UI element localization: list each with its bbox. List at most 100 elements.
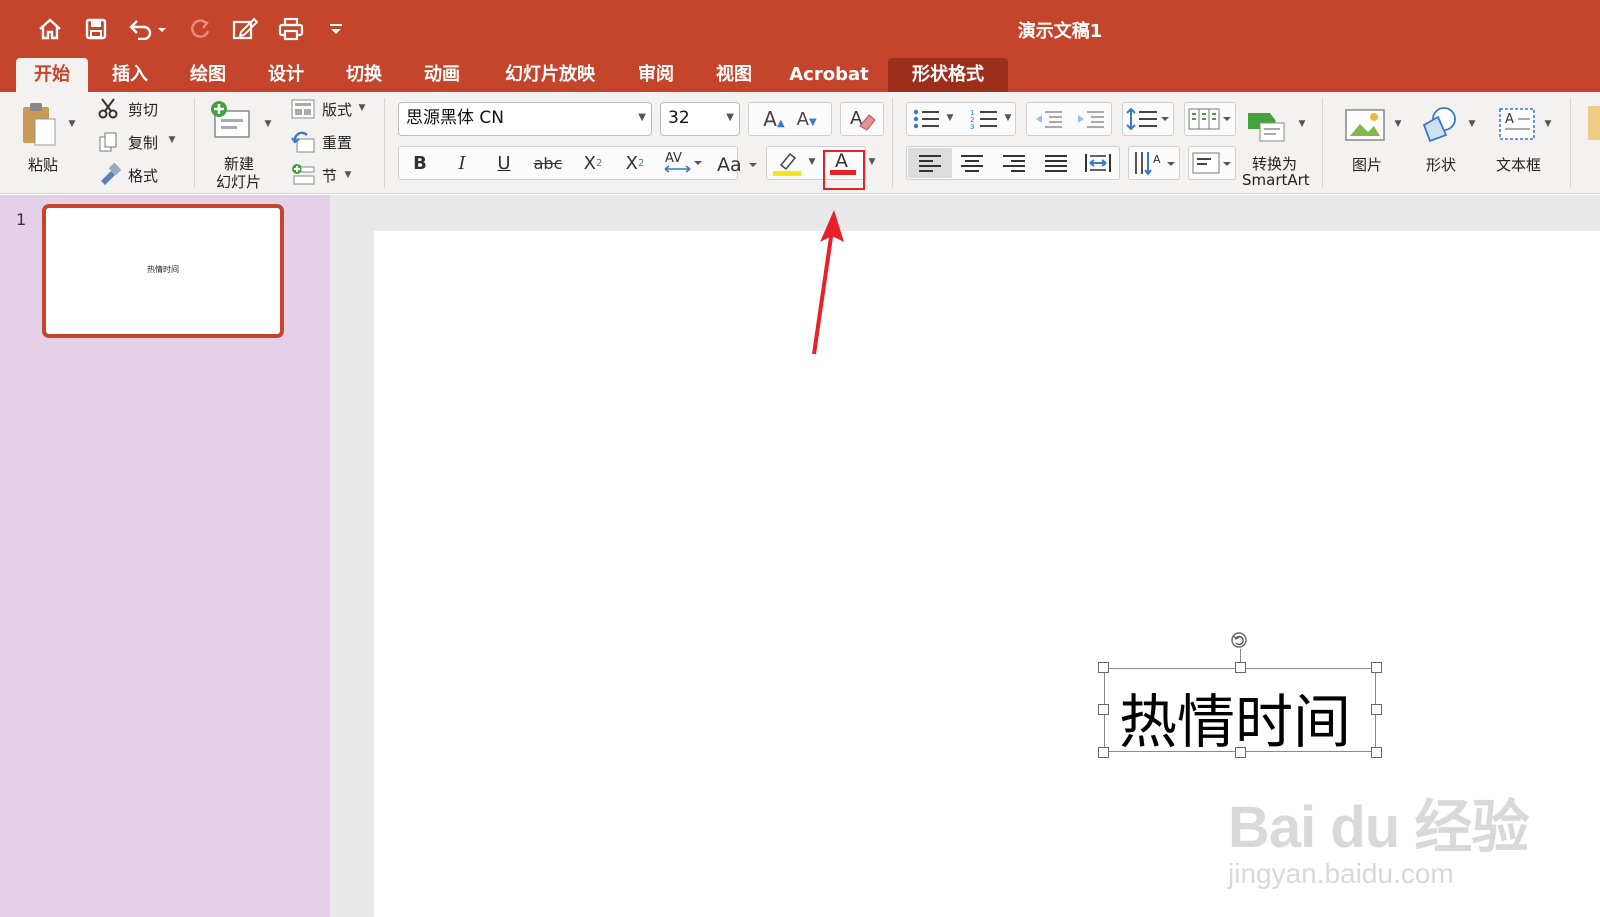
title-bar: 演示文稿1 — [0, 0, 1600, 58]
svg-text:A: A — [1505, 112, 1514, 127]
shape-dropdown-icon[interactable]: ▼ — [1466, 118, 1478, 130]
smartart-dropdown-icon[interactable]: ▼ — [1296, 118, 1308, 130]
shape-icon[interactable] — [1418, 104, 1464, 146]
superscript-icon[interactable]: X2 — [576, 148, 610, 178]
tab-shape-format[interactable]: 形状格式 — [888, 58, 1008, 92]
layout-label[interactable]: 版式 — [322, 99, 352, 120]
numbering-icon[interactable]: 123 — [966, 104, 1002, 134]
highlight-icon[interactable] — [770, 148, 804, 178]
layout-icon[interactable] — [290, 98, 316, 120]
grow-font-icon[interactable]: A▲ — [763, 107, 784, 131]
character-spacing-icon[interactable]: AV — [660, 148, 704, 178]
convert-smartart-label-line2[interactable]: SmartArt — [1242, 171, 1310, 189]
picture-icon[interactable] — [1342, 104, 1388, 146]
svg-text:A: A — [1153, 153, 1161, 166]
paste-dropdown-icon[interactable]: ▼ — [66, 118, 78, 130]
italic-icon[interactable]: I — [446, 148, 478, 178]
font-name-value: 思源黑体 CN — [406, 108, 504, 128]
align-center-icon[interactable] — [952, 148, 992, 178]
tab-design[interactable]: 设计 — [256, 58, 316, 92]
selected-textbox[interactable]: 热情时间 — [1104, 668, 1376, 756]
layout-dropdown-icon[interactable]: ▼ — [356, 102, 368, 114]
section-icon[interactable] — [290, 162, 316, 186]
smartart-icon[interactable] — [1246, 106, 1292, 146]
align-text-button[interactable] — [1188, 146, 1236, 180]
align-left-icon[interactable] — [908, 148, 952, 178]
line-spacing-button[interactable] — [1122, 102, 1174, 136]
font-size-buttons: A▲ A▼ — [748, 102, 832, 136]
numbering-dropdown-icon[interactable]: ▼ — [1002, 112, 1014, 124]
increase-indent-icon[interactable] — [1070, 104, 1110, 134]
resize-handle[interactable] — [1371, 662, 1382, 673]
font-color-dropdown-icon[interactable]: ▼ — [866, 156, 878, 168]
slide-number: 1 — [16, 210, 27, 229]
highlight-dropdown-icon[interactable]: ▼ — [806, 156, 818, 168]
paste-icon[interactable] — [16, 100, 62, 148]
section-dropdown-icon[interactable]: ▼ — [342, 169, 354, 181]
bullets-icon[interactable] — [908, 104, 944, 134]
distributed-icon[interactable] — [1078, 148, 1118, 178]
divider — [892, 98, 893, 188]
tab-animations[interactable]: 动画 — [412, 58, 472, 92]
shrink-font-icon[interactable]: A▼ — [797, 109, 817, 130]
tab-slideshow[interactable]: 幻灯片放映 — [490, 58, 610, 92]
text-direction-icon: A — [1135, 152, 1175, 176]
section-label[interactable]: 节 — [322, 165, 337, 186]
paste-label[interactable]: 粘贴 — [28, 154, 58, 175]
reset-label[interactable]: 重置 — [322, 132, 352, 153]
decrease-indent-icon[interactable] — [1028, 104, 1068, 134]
align-right-icon[interactable] — [994, 148, 1034, 178]
resize-handle[interactable] — [1098, 662, 1109, 673]
font-size-select[interactable]: 32 ▼ — [660, 102, 740, 136]
bold-icon[interactable]: B — [404, 148, 436, 178]
copy-label[interactable]: 复制 — [128, 132, 158, 153]
subscript-icon[interactable]: X2 — [618, 148, 652, 178]
new-slide-label-line2[interactable]: 幻灯片 — [216, 171, 261, 192]
reset-icon[interactable] — [290, 130, 316, 154]
watermark-brand: Bai du 经验 — [1228, 795, 1529, 860]
textbox-label[interactable]: 文本框 — [1496, 154, 1541, 175]
tab-acrobat[interactable]: Acrobat — [784, 58, 874, 92]
resize-handle[interactable] — [1235, 747, 1246, 758]
tab-review[interactable]: 审阅 — [626, 58, 686, 92]
format-label[interactable]: 格式 — [128, 165, 158, 186]
divider — [194, 98, 195, 188]
tab-home[interactable]: 开始 — [16, 58, 88, 92]
resize-handle[interactable] — [1098, 747, 1109, 758]
font-name-select[interactable]: 思源黑体 CN ▼ — [398, 102, 652, 136]
more-icon[interactable] — [1588, 106, 1600, 140]
change-case-icon[interactable]: Aa — [714, 148, 758, 178]
textbox-dropdown-icon[interactable]: ▼ — [1542, 118, 1554, 130]
tab-draw[interactable]: 绘图 — [178, 58, 238, 92]
resize-handle[interactable] — [1371, 704, 1382, 715]
copy-dropdown-icon[interactable]: ▼ — [166, 134, 178, 146]
columns-button[interactable] — [1184, 102, 1236, 136]
strikethrough-icon[interactable]: abc — [528, 148, 568, 178]
copy-icon[interactable] — [96, 130, 120, 154]
cut-icon[interactable] — [96, 96, 120, 120]
tab-insert[interactable]: 插入 — [100, 58, 160, 92]
shape-label[interactable]: 形状 — [1426, 154, 1456, 175]
resize-handle[interactable] — [1371, 747, 1382, 758]
picture-label[interactable]: 图片 — [1352, 154, 1382, 175]
clear-formatting-button[interactable]: A — [840, 102, 884, 136]
rotate-handle-icon[interactable] — [1230, 631, 1248, 649]
resize-handle[interactable] — [1235, 662, 1246, 673]
tab-transitions[interactable]: 切换 — [334, 58, 394, 92]
resize-handle[interactable] — [1098, 704, 1109, 715]
slide-thumbnail[interactable]: 热情时间 — [42, 204, 284, 338]
document-title: 演示文稿1 — [1017, 21, 1103, 42]
picture-dropdown-icon[interactable]: ▼ — [1392, 118, 1404, 130]
svg-text:3: 3 — [970, 123, 974, 130]
cut-label[interactable]: 剪切 — [128, 99, 158, 120]
bullets-dropdown-icon[interactable]: ▼ — [944, 112, 956, 124]
new-slide-icon[interactable] — [208, 98, 254, 144]
arrow-icon — [812, 210, 844, 355]
underline-icon[interactable]: U — [488, 148, 520, 178]
new-slide-dropdown-icon[interactable]: ▼ — [262, 118, 274, 130]
textbox-icon[interactable]: A — [1494, 104, 1540, 146]
text-direction-button[interactable]: A — [1128, 146, 1180, 180]
format-painter-icon[interactable] — [96, 162, 122, 186]
justify-icon[interactable] — [1036, 148, 1076, 178]
tab-view[interactable]: 视图 — [704, 58, 764, 92]
